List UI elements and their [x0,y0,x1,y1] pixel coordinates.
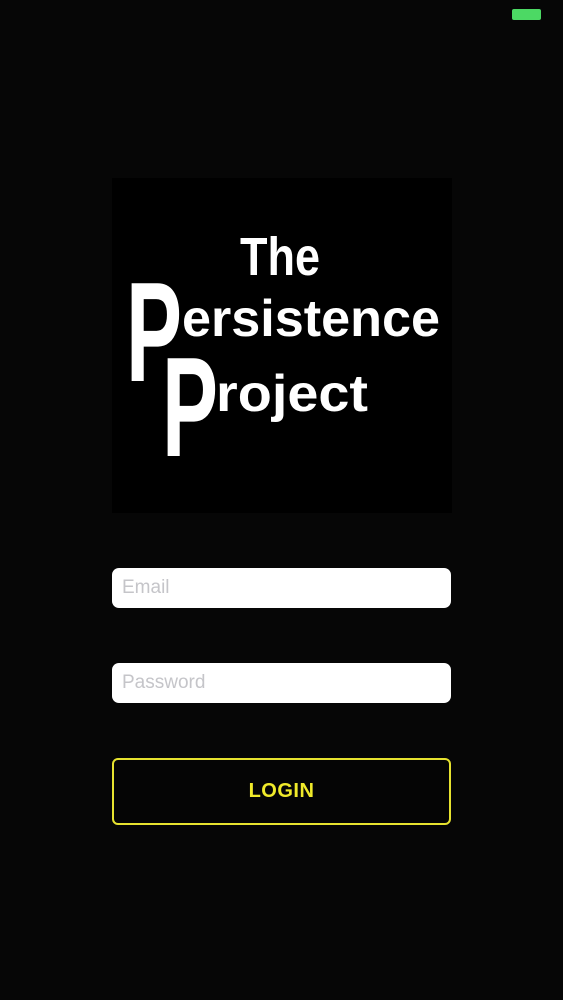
status-bar [0,0,563,28]
logo-text-roject: roject [216,365,368,423]
email-field[interactable] [112,568,451,608]
logo-letter-p-project: P [162,328,218,487]
password-field[interactable] [112,663,451,703]
login-button[interactable]: LOGIN [112,758,451,825]
logo-text-ersistence: ersistence [182,290,440,348]
login-screen: The P ersistence P roject LOGIN [0,0,563,1000]
logo-text-the: The [240,227,320,287]
app-logo: The P ersistence P roject [112,178,452,513]
battery-icon [512,9,541,20]
persistence-project-logo: The P ersistence P roject [126,227,440,487]
